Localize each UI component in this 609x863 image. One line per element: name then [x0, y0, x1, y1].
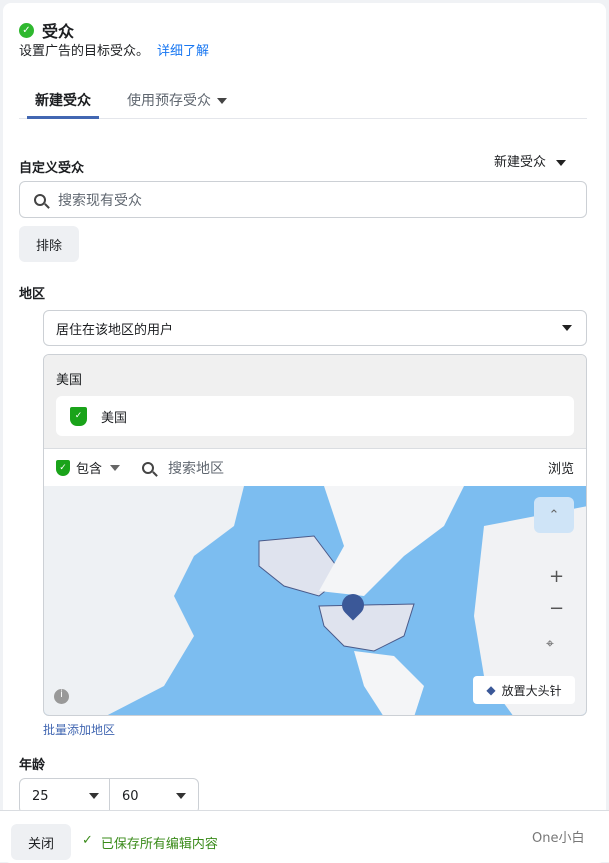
location-type-value: 居住在该地区的用户: [56, 322, 174, 338]
check-circle-icon: ✓: [19, 22, 34, 38]
shield-check-icon: ✓: [70, 406, 87, 426]
location-search-bar: ✓ 包含 搜索地区 浏览: [44, 448, 586, 486]
caret-down-icon: [562, 325, 572, 331]
location-item[interactable]: ✓ 美国: [56, 396, 574, 436]
info-icon[interactable]: i: [54, 689, 69, 704]
custom-audience-label: 自定义受众: [19, 161, 85, 176]
checkmark-icon: ✓: [82, 833, 93, 848]
save-status: ✓ 已保存所有编辑内容: [82, 833, 218, 852]
subtitle: 设置广告的目标受众。 详细了解: [19, 40, 209, 59]
location-search-input[interactable]: 搜索地区: [168, 458, 540, 478]
location-box: 美国 ✓ 美国 ✓ 包含 搜索地区 浏览 ⌃ + − ⌖ i ◆ 放置大头针: [43, 354, 587, 716]
collapse-map-button[interactable]: ⌃: [534, 497, 574, 533]
search-icon: [34, 193, 46, 206]
caret-down-icon: [110, 464, 121, 471]
save-status-text: 已保存所有编辑内容: [100, 837, 218, 852]
browse-button[interactable]: 浏览: [548, 458, 574, 477]
tab-bar: 新建受众 使用预存受众: [19, 86, 587, 119]
location-name: 美国: [101, 410, 128, 426]
location-group-title: 美国: [56, 373, 83, 388]
pin-icon: ◆: [486, 683, 496, 697]
location-type-select[interactable]: 居住在该地区的用户: [43, 310, 587, 346]
age-min-select[interactable]: 25: [20, 779, 110, 813]
caret-down-icon: [89, 793, 99, 799]
footer: 关闭 ✓ 已保存所有编辑内容 One小白: [0, 810, 609, 862]
search-placeholder: 搜索现有受众: [58, 192, 142, 209]
age-max-select[interactable]: 60: [110, 779, 198, 813]
exclude-button[interactable]: 排除: [19, 226, 79, 262]
age-label: 年龄: [19, 758, 46, 773]
caret-down-icon: [176, 793, 186, 799]
drop-pin-label: 放置大头针: [501, 683, 562, 698]
age-max-value: 60: [122, 788, 139, 804]
locate-icon[interactable]: ⌖: [546, 636, 554, 652]
selected-locations: 美国 ✓ 美国: [44, 355, 586, 448]
watermark: One小白: [532, 831, 585, 846]
learn-more-link[interactable]: 详细了解: [157, 44, 209, 59]
tab-new-audience[interactable]: 新建受众: [27, 90, 99, 119]
zoom-in-button[interactable]: +: [549, 566, 564, 587]
tab-label: 使用预存受众: [127, 93, 211, 109]
close-button[interactable]: 关闭: [11, 824, 71, 860]
shield-check-icon: ✓: [56, 459, 70, 476]
subtitle-text: 设置广告的目标受众。: [19, 44, 150, 59]
search-icon: [142, 461, 155, 474]
tab-saved-audience[interactable]: 使用预存受众: [127, 90, 227, 110]
age-range: 25 60: [19, 778, 199, 814]
section-title: ✓ 受众: [19, 18, 74, 42]
bulk-add-link[interactable]: 批量添加地区: [43, 721, 115, 738]
age-min-value: 25: [32, 788, 49, 804]
caret-down-icon: [556, 159, 567, 166]
include-label: 包含: [76, 462, 103, 477]
caret-down-icon: [217, 98, 227, 104]
create-audience-dropdown[interactable]: 新建受众: [494, 151, 567, 170]
location-label: 地区: [19, 287, 46, 302]
create-audience-label: 新建受众: [494, 155, 547, 170]
drop-pin-button[interactable]: ◆ 放置大头针: [473, 676, 575, 704]
title-text: 受众: [42, 22, 75, 41]
map[interactable]: ⌃ + − ⌖ i ◆ 放置大头针: [44, 486, 586, 715]
include-dropdown[interactable]: ✓ 包含: [56, 458, 121, 477]
zoom-out-button[interactable]: −: [549, 598, 564, 619]
audience-search-input[interactable]: 搜索现有受众: [19, 181, 587, 218]
